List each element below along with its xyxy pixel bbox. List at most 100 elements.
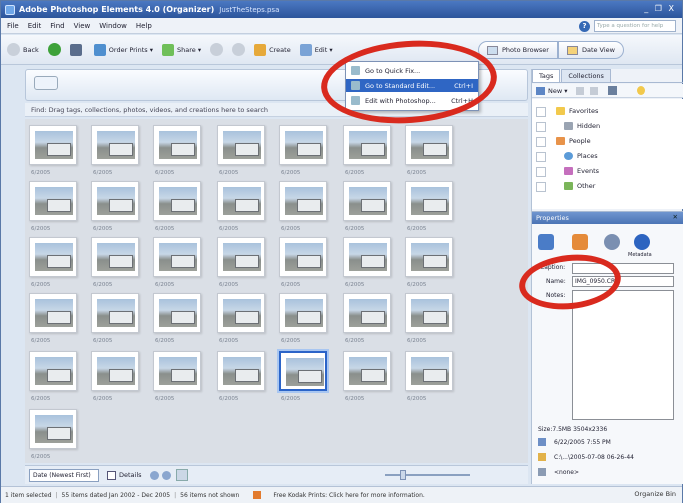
photo-thumbnail[interactable] (153, 237, 201, 277)
photo-thumbnail[interactable] (405, 237, 453, 277)
tip-lightbulb-icon[interactable] (636, 86, 645, 95)
sort-order-select[interactable]: Date (Newest First) (29, 468, 99, 482)
photo-thumbnail[interactable] (29, 237, 77, 277)
tag-checkbox[interactable] (536, 167, 546, 177)
details-checkbox[interactable] (107, 470, 116, 480)
metadata-info-icon[interactable] (634, 234, 650, 250)
photo-thumbnail[interactable] (153, 351, 201, 391)
photo-thumbnail[interactable] (279, 181, 327, 221)
menu-find[interactable]: Find (50, 22, 64, 30)
photo-thumbnail[interactable] (91, 237, 139, 277)
tags-properties-icon[interactable] (572, 234, 588, 250)
menu-edit[interactable]: Edit (28, 22, 42, 30)
photo-thumbnail[interactable] (405, 125, 453, 165)
tag-checkbox[interactable] (536, 137, 546, 147)
photo-thumbnail[interactable] (405, 351, 453, 391)
photo-thumbnail[interactable] (29, 125, 77, 165)
photo-thumbnail[interactable] (91, 181, 139, 221)
photo-thumbnail[interactable] (405, 181, 453, 221)
photo-thumbnail[interactable] (279, 351, 327, 391)
photo-thumbnail[interactable] (29, 293, 77, 333)
photo-thumbnail[interactable] (91, 125, 139, 165)
organizer-window: Adobe Photoshop Elements 4.0 (Organizer)… (0, 0, 683, 503)
tag-filter-icon[interactable] (607, 86, 617, 95)
tag-checkbox[interactable] (536, 182, 546, 192)
window-controls[interactable]: _ ❐ X (644, 4, 676, 13)
audio-icon (538, 468, 546, 476)
thumbnail-size-icon[interactable] (175, 469, 188, 481)
tag-events[interactable]: Events (564, 167, 599, 175)
rotate-left-button[interactable] (210, 43, 224, 56)
general-properties-icon[interactable] (538, 234, 554, 250)
photo-thumbnail[interactable] (279, 125, 327, 165)
menu-window[interactable]: Window (99, 22, 127, 30)
create-button[interactable]: Create (254, 43, 291, 56)
rotate-right-small-icon[interactable] (161, 470, 171, 480)
photo-thumbnail[interactable] (153, 125, 201, 165)
file-path[interactable]: C:\...\2005-07-08 06-26-44 (554, 454, 634, 461)
photo-thumbnail[interactable] (153, 293, 201, 333)
photo-thumbnail[interactable] (217, 293, 265, 333)
new-tag-button[interactable]: New ▾ (548, 87, 568, 95)
tag-checkbox[interactable] (536, 122, 546, 132)
help-search-input[interactable]: Type a question for help (594, 20, 676, 32)
view-toggle-button[interactable] (69, 43, 85, 56)
photo-image (285, 131, 323, 159)
photo-thumbnail[interactable] (343, 181, 391, 221)
photo-thumbnail[interactable] (343, 125, 391, 165)
menu-help[interactable]: Help (136, 22, 152, 30)
photo-thumbnail[interactable] (217, 237, 265, 277)
zoom-slider[interactable] (385, 474, 470, 476)
photo-thumbnail[interactable] (217, 125, 265, 165)
menu-view[interactable]: View (74, 22, 91, 30)
edit-button[interactable]: Edit ▾ (299, 43, 333, 56)
tag-places[interactable]: Places (564, 152, 598, 160)
rotate-icon[interactable] (149, 470, 159, 480)
rotate-right-button[interactable] (232, 43, 246, 56)
notes-field[interactable] (572, 290, 674, 420)
tag-people[interactable]: People (556, 137, 591, 145)
history-properties-icon[interactable] (604, 234, 620, 250)
tab-collections[interactable]: Collections (561, 69, 611, 82)
photo-thumbnail[interactable] (29, 409, 77, 449)
house-image (297, 199, 321, 212)
tag-favorites[interactable]: Favorites (556, 107, 598, 115)
photo-thumbnail[interactable] (343, 351, 391, 391)
delete-tag-icon[interactable] (589, 86, 598, 95)
share-button[interactable]: Share ▾ (162, 43, 201, 56)
tag-checkbox[interactable] (536, 152, 546, 162)
photo-thumbnail[interactable] (153, 181, 201, 221)
tab-tags[interactable]: Tags (532, 69, 561, 82)
photo-thumbnail[interactable] (29, 351, 77, 391)
organize-bin-toggle[interactable]: Organize Bin (634, 490, 676, 498)
tag-checkbox[interactable] (536, 107, 546, 117)
timeline-slider-handle[interactable] (34, 76, 58, 90)
edit-tag-icon[interactable] (575, 86, 584, 95)
menu-file[interactable]: File (7, 22, 19, 30)
forward-button[interactable] (47, 43, 61, 56)
order-prints-button[interactable]: Order Prints ▾ (93, 43, 153, 56)
photo-thumbnail[interactable] (217, 181, 265, 221)
help-icon[interactable]: ? (579, 21, 590, 32)
photo-thumbnail[interactable] (343, 237, 391, 277)
date-view-button[interactable]: Date View (557, 41, 624, 59)
photo-image (349, 243, 387, 271)
tag-other[interactable]: Other (564, 182, 595, 190)
photo-browser-button[interactable]: Photo Browser (478, 41, 558, 59)
photo-thumbnail[interactable] (91, 351, 139, 391)
kodak-promo-link[interactable]: Free Kodak Prints: Click here for more i… (273, 492, 424, 499)
photo-thumbnail[interactable] (217, 351, 265, 391)
photo-thumbnail[interactable] (29, 181, 77, 221)
back-button[interactable]: Back (7, 43, 39, 56)
tag-hidden[interactable]: Hidden (564, 122, 600, 130)
photo-date: 6/2005 (219, 338, 239, 344)
photo-thumbnail[interactable] (343, 293, 391, 333)
zoom-slider-handle[interactable] (400, 470, 406, 480)
photo-thumbnail[interactable] (405, 293, 453, 333)
photo-thumbnail[interactable] (279, 293, 327, 333)
close-icon[interactable]: ✕ (673, 213, 678, 221)
photo-thumbnail[interactable] (91, 293, 139, 333)
photo-date: 6/2005 (93, 170, 113, 176)
properties-header: Properties ✕ (532, 212, 683, 224)
photo-thumbnail[interactable] (279, 237, 327, 277)
